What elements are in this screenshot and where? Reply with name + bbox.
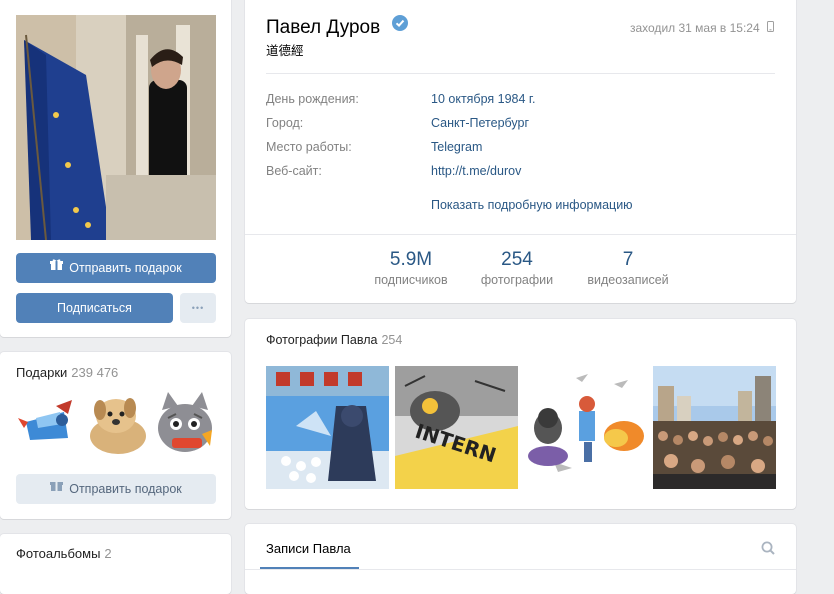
photos-label: фотографии xyxy=(480,273,554,287)
last-seen: заходил 31 мая в 15:24 xyxy=(629,20,774,35)
website-value[interactable]: http://t.me/durov xyxy=(431,164,521,178)
show-details-link[interactable]: Показать подробную информацию xyxy=(431,198,633,212)
photo-thumb-3-image xyxy=(524,366,647,489)
albums-title: Фотоальбомы xyxy=(16,546,101,561)
photos-card: Фотографии Павла 254 INTERN xyxy=(245,319,796,509)
gifts-title: Подарки xyxy=(16,365,68,380)
gift-cat[interactable] xyxy=(152,390,218,456)
city-label: Город: xyxy=(266,116,304,130)
profile-info-card: Павел Дуров 道德經 заходил 31 мая в 15:24 Д… xyxy=(245,0,796,303)
videos-counter[interactable]: 7 видеозаписей xyxy=(575,249,681,287)
send-gift-label: Отправить подарок xyxy=(69,261,182,275)
photo-thumb-2[interactable]: INTERN xyxy=(395,366,518,489)
gift-icon xyxy=(50,252,64,282)
videos-label: видеозаписей xyxy=(587,273,669,287)
albums-card: Фотоальбомы 2 xyxy=(0,534,231,594)
gift-dog-image xyxy=(90,398,146,454)
phone-icon xyxy=(767,20,774,35)
videos-count: 7 xyxy=(622,249,634,270)
profile-status[interactable]: 道德經 xyxy=(266,40,304,59)
tab-wall-posts[interactable]: Записи Павла xyxy=(266,541,351,556)
website-label: Веб-сайт: xyxy=(266,164,322,178)
photo-thumb-4[interactable] xyxy=(653,366,776,489)
profile-photo[interactable] xyxy=(16,15,216,240)
photo-thumb-1-image xyxy=(266,366,389,489)
albums-header[interactable]: Фотоальбомы 2 xyxy=(16,546,112,561)
birthday-value[interactable]: 10 октября 1984 г. xyxy=(431,92,535,106)
subscribe-button[interactable]: Подписаться xyxy=(16,293,173,323)
profile-photo-image xyxy=(16,15,216,240)
city-value[interactable]: Санкт-Петербург xyxy=(431,116,529,130)
gift-dog[interactable] xyxy=(86,390,150,456)
followers-count: 5.9M xyxy=(389,249,433,270)
followers-counter[interactable]: 5.9M подписчиков xyxy=(363,249,459,287)
gift-rocket[interactable] xyxy=(16,392,80,456)
birthday-label: День рождения: xyxy=(266,92,359,106)
photos-count: 254 xyxy=(501,249,533,270)
photo-thumb-2-image: INTERN xyxy=(395,366,518,489)
search-icon[interactable] xyxy=(761,541,775,555)
photos-header-count: 254 xyxy=(381,333,403,347)
gift-icon xyxy=(50,473,64,503)
wall-card: Записи Павла xyxy=(245,524,796,594)
avatar-card: Отправить подарок Подписаться ••• xyxy=(0,0,231,337)
more-actions-label: ••• xyxy=(191,303,205,313)
gift-rocket-image xyxy=(18,400,72,440)
photos-counter[interactable]: 254 фотографии xyxy=(471,249,563,287)
workplace-label: Место работы: xyxy=(266,140,352,154)
profile-name-text: Павел Дуров xyxy=(266,17,381,38)
subscribe-label: Подписаться xyxy=(57,301,132,315)
verified-icon[interactable] xyxy=(391,15,408,37)
gifts-card: Подарки 239 476 Отправить подарок xyxy=(0,352,231,519)
albums-count: 2 xyxy=(104,546,112,561)
photos-header[interactable]: Фотографии Павла 254 xyxy=(266,333,402,347)
gifts-header[interactable]: Подарки 239 476 xyxy=(16,365,118,380)
photo-thumb-4-image xyxy=(653,366,776,489)
photo-thumb-3[interactable] xyxy=(524,366,647,489)
gift-cat-image xyxy=(158,392,212,452)
gifts-count: 239 476 xyxy=(71,365,119,380)
last-seen-text: заходил 31 мая в 15:24 xyxy=(629,21,760,35)
profile-divider-top xyxy=(266,73,775,74)
gifts-send-button[interactable]: Отправить подарок xyxy=(16,474,216,504)
send-gift-button[interactable]: Отправить подарок xyxy=(16,253,216,283)
followers-label: подписчиков xyxy=(374,273,448,287)
photos-title: Фотографии Павла xyxy=(266,333,378,347)
wall-divider xyxy=(245,569,796,570)
workplace-value[interactable]: Telegram xyxy=(431,140,482,154)
more-actions-button[interactable]: ••• xyxy=(180,293,216,323)
gifts-send-label: Отправить подарок xyxy=(69,482,182,496)
photo-thumb-1[interactable] xyxy=(266,366,389,489)
profile-name: Павел Дуров xyxy=(266,15,408,39)
profile-divider-bottom xyxy=(245,234,796,235)
